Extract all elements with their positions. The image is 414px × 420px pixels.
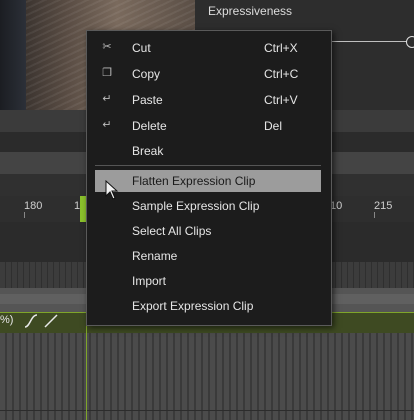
menu-item-sample-expression-clip[interactable]: Sample Expression Clip	[95, 195, 321, 217]
menu-separator	[95, 165, 321, 166]
copy-icon: ❐	[102, 67, 112, 79]
ease-curve-icon[interactable]	[24, 314, 38, 328]
menu-item-label: Rename	[132, 249, 178, 263]
menu-item-label: Flatten Expression Clip	[132, 174, 256, 188]
delete-icon: ↵	[102, 119, 112, 131]
menu-item-copy[interactable]: ❐ Copy Ctrl+C	[95, 63, 321, 85]
menu-item-label: Copy	[132, 67, 161, 81]
menu-item-import[interactable]: Import	[95, 270, 321, 292]
menu-item-label: Delete	[132, 119, 167, 133]
menu-item-label: Cut	[132, 41, 151, 55]
paste-icon: ↵	[102, 93, 112, 105]
menu-item-select-all-clips[interactable]: Select All Clips	[95, 220, 321, 242]
menu-item-label: Paste	[132, 93, 163, 107]
ruler-tick	[24, 212, 25, 218]
expressiveness-label: Expressiveness	[208, 4, 293, 18]
menu-item-flatten-expression-clip[interactable]: Flatten Expression Clip	[95, 170, 321, 192]
menu-item-label: Export Expression Clip	[132, 299, 254, 313]
ruler-tick	[374, 212, 375, 218]
menu-item-cut[interactable]: ✂ Cut Ctrl+X	[95, 37, 321, 59]
viewport-character	[0, 0, 26, 110]
menu-item-shortcut: Ctrl+X	[264, 41, 298, 55]
menu-item-label: Sample Expression Clip	[132, 199, 260, 213]
playhead-line	[86, 312, 87, 420]
menu-item-label: Import	[132, 274, 167, 288]
linear-curve-icon[interactable]	[44, 314, 58, 328]
menu-item-shortcut: Ctrl+C	[264, 67, 299, 81]
context-menu: ✂ Cut Ctrl+X ❐ Copy Ctrl+C ↵ Paste Ctrl+…	[86, 30, 332, 326]
expressiveness-slider-knob[interactable]	[406, 36, 414, 48]
menu-item-shortcut: Del	[264, 119, 283, 133]
menu-item-rename[interactable]: Rename	[95, 245, 321, 267]
cut-icon: ✂	[102, 41, 112, 53]
menu-item-shortcut: Ctrl+V	[264, 93, 298, 107]
menu-item-label: Break	[132, 144, 164, 158]
expression-track[interactable]	[0, 333, 414, 420]
ruler-tick-label: 180	[24, 200, 43, 212]
ruler-tick-label: 215	[374, 200, 393, 212]
menu-item-delete[interactable]: ↵ Delete Del	[95, 115, 321, 137]
menu-item-label: Select All Clips	[132, 224, 212, 238]
menu-item-paste[interactable]: ↵ Paste Ctrl+V	[95, 89, 321, 111]
track-divider	[0, 410, 414, 411]
menu-item-break[interactable]: Break	[95, 140, 321, 162]
percent-label: %)	[0, 314, 14, 326]
mouse-cursor-icon	[105, 180, 119, 200]
menu-item-export-expression-clip[interactable]: Export Expression Clip	[95, 295, 321, 317]
